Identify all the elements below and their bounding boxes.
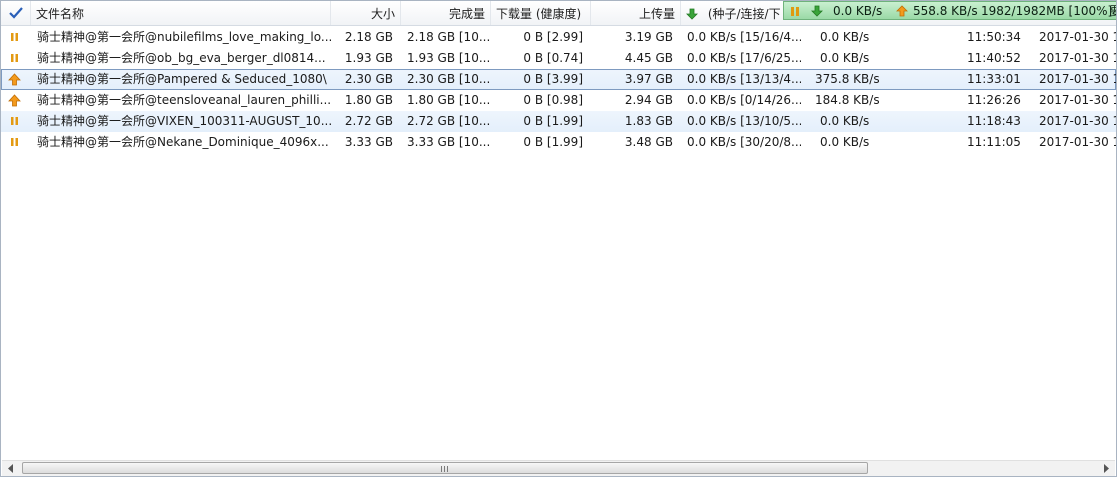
cell-date: 2017-01-30 1 [1039, 51, 1116, 65]
cell-completed: 1.93 GB [10... [407, 51, 491, 65]
pause-icon [11, 117, 18, 125]
overlay-data: 1982/1982MB [100%] [981, 4, 1113, 18]
upload-arrow-icon [8, 73, 21, 86]
cell-downloaded: 0 B [1.99] [523, 114, 583, 128]
arrow-right-icon [1104, 464, 1109, 473]
cell-size: 2.18 GB [344, 30, 393, 44]
cell-downloaded: 0 B [2.99] [523, 30, 583, 44]
overlay-extra: 要 [1110, 2, 1116, 19]
cell-size: 2.72 GB [344, 114, 393, 128]
cell-name: 骑士精神@第一会所@nubilefilms_love_making_lo... [37, 30, 331, 44]
upload-arrow-icon [8, 94, 21, 107]
cell-uploaded: 2.94 GB [624, 93, 673, 107]
select-all-header[interactable] [1, 1, 31, 25]
header-peers[interactable]: (种子/连接/下 [681, 1, 783, 25]
cell-uploaded: 3.97 GB [624, 72, 673, 86]
header-peers-label: (种子/连接/下 [707, 7, 781, 21]
table-row[interactable]: 骑士精神@第一会所@ob_bg_eva_berger_dl0814... 1.9… [1, 48, 1116, 69]
cell-date: 2017-01-30 1 [1039, 72, 1116, 86]
cell-completed: 1.80 GB [10... [407, 93, 491, 107]
cell-downloaded: 0 B [0.74] [523, 51, 583, 65]
cell-uploaded: 3.48 GB [624, 135, 673, 149]
cell-uploaded: 1.83 GB [624, 114, 673, 128]
table-row[interactable]: 骑士精神@第一会所@VIXEN_100311-AUGUST_10... 2.72… [1, 111, 1116, 132]
cell-upload-speed: 0.0 KB/s [820, 114, 870, 128]
cell-time: 11:11:05 [967, 135, 1021, 149]
cell-name: 骑士精神@第一会所@Pampered & Seduced_1080\ [37, 72, 327, 86]
down-arrow-icon [686, 8, 698, 20]
cell-uploaded: 4.45 GB [624, 51, 673, 65]
scroll-right-button[interactable] [1098, 461, 1115, 476]
pause-icon [791, 7, 799, 16]
header-size[interactable]: 大小 [331, 1, 401, 25]
cell-date: 2017-01-30 1 [1039, 114, 1116, 128]
cell-peers: 0.0 KB/s [30/20/8... [687, 135, 801, 149]
scroll-thumb[interactable] [22, 462, 868, 474]
cell-size: 2.30 GB [344, 72, 393, 86]
cell-time: 11:40:52 [967, 51, 1021, 65]
cell-completed: 2.72 GB [10... [407, 114, 491, 128]
download-speed-icon [811, 5, 823, 17]
cell-upload-speed: 0.0 KB/s [820, 30, 870, 44]
cell-uploaded: 3.19 GB [624, 30, 673, 44]
cell-time: 11:26:26 [967, 93, 1021, 107]
cell-completed: 3.33 GB [10... [407, 135, 491, 149]
cell-peers: 0.0 KB/s [13/13/4... [687, 72, 801, 86]
cell-upload-speed: 375.8 KB/s [815, 72, 880, 86]
cell-date: 2017-01-30 1 [1039, 135, 1116, 149]
cell-name: 骑士精神@第一会所@teensloveanal_lauren_philli... [37, 93, 331, 107]
cell-downloaded: 0 B [3.99] [523, 72, 583, 86]
pause-icon [11, 138, 18, 146]
header-uploaded[interactable]: 上传量 [591, 1, 681, 25]
speed-overlay: 0.0 KB/s 558.8 KB/s 1982/1982MB [100%] 要 [783, 1, 1116, 20]
cell-peers: 0.0 KB/s [15/16/4... [687, 30, 801, 44]
header-file-name[interactable]: 文件名称 [31, 1, 331, 25]
cell-time: 11:18:43 [967, 114, 1021, 128]
cell-peers: 0.0 KB/s [17/6/25... [687, 51, 801, 65]
cell-upload-speed: 0.0 KB/s [820, 51, 870, 65]
cell-peers: 0.0 KB/s [0/14/26... [687, 93, 801, 107]
pause-icon [11, 54, 18, 62]
table-row[interactable]: 骑士精神@第一会所@nubilefilms_love_making_lo... … [1, 27, 1116, 48]
cell-name: 骑士精神@第一会所@Nekane_Dominique_4096x... [37, 135, 329, 149]
overlay-down-speed: 0.0 KB/s [833, 4, 883, 18]
cell-upload-speed: 184.8 KB/s [815, 93, 880, 107]
table-row[interactable]: 骑士精神@第一会所@Nekane_Dominique_4096x... 3.33… [1, 132, 1116, 153]
cell-size: 1.93 GB [344, 51, 393, 65]
cell-upload-speed: 0.0 KB/s [820, 135, 870, 149]
scroll-left-button[interactable] [2, 461, 19, 476]
cell-completed: 2.30 GB [10... [407, 72, 491, 86]
cell-name: 骑士精神@第一会所@ob_bg_eva_berger_dl0814... [37, 51, 326, 65]
upload-speed-icon [896, 5, 908, 17]
task-list-window: 文件名称 大小 完成量 下载量 (健康度) 上传量 (种子/连接/下 0.0 K… [0, 0, 1117, 477]
cell-downloaded: 0 B [0.98] [523, 93, 583, 107]
cell-name: 骑士精神@第一会所@VIXEN_100311-AUGUST_10... [37, 114, 331, 128]
cell-peers: 0.0 KB/s [13/10/5... [687, 114, 801, 128]
cell-date: 2017-01-30 1 [1039, 30, 1116, 44]
cell-size: 1.80 GB [344, 93, 393, 107]
cell-downloaded: 0 B [1.99] [523, 135, 583, 149]
cell-completed: 2.18 GB [10... [407, 30, 491, 44]
pause-icon [11, 33, 18, 41]
cell-size: 3.33 GB [344, 135, 393, 149]
arrow-left-icon [8, 464, 13, 473]
overlay-up-speed: 558.8 KB/s [913, 4, 978, 18]
cell-date: 2017-01-30 1 [1039, 93, 1116, 107]
cell-time: 11:50:34 [967, 30, 1021, 44]
grip-icon [441, 466, 449, 472]
cell-time: 11:33:01 [967, 72, 1021, 86]
header-completed[interactable]: 完成量 [401, 1, 491, 25]
checkmark-icon [9, 7, 23, 19]
header-downloaded[interactable]: 下载量 (健康度) [491, 1, 591, 25]
table-row[interactable]: 骑士精神@第一会所@Pampered & Seduced_1080\ 2.30 … [1, 69, 1116, 90]
table-row[interactable]: 骑士精神@第一会所@teensloveanal_lauren_philli...… [1, 90, 1116, 111]
horizontal-scrollbar[interactable] [2, 460, 1115, 476]
